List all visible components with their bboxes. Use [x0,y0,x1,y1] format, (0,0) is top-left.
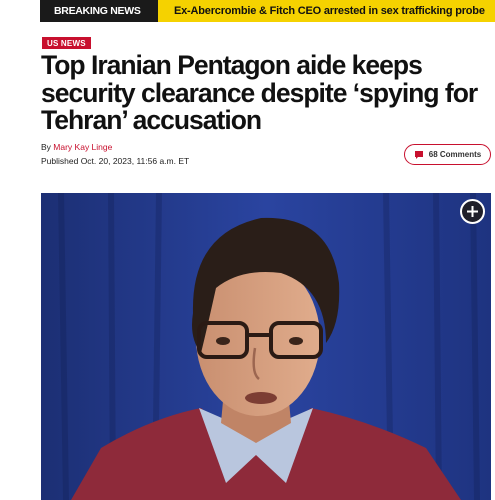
breaking-news-headline-link[interactable]: Ex-Abercrombie & Fitch CEO arrested in s… [158,0,495,22]
article-photo[interactable] [41,193,491,500]
author-link[interactable]: Mary Kay Linge [53,142,112,152]
comment-bubble-icon [414,150,423,159]
article-title: Top Iranian Pentagon aide keeps security… [41,50,478,135]
plus-circle-icon [467,206,478,217]
expand-image-button[interactable] [460,199,485,224]
published-date: Published Oct. 20, 2023, 11:56 a.m. ET [41,156,190,166]
portrait-image [41,193,491,500]
breaking-news-ticker[interactable]: BREAKING NEWS Ex-Abercrombie & Fitch CEO… [40,0,495,22]
comments-button[interactable]: 68 Comments [404,144,491,165]
byline-prefix: By [41,142,51,152]
breaking-news-label: BREAKING NEWS [40,0,158,22]
byline: By Mary Kay Linge [41,142,112,152]
section-badge[interactable]: US NEWS [42,37,91,49]
comments-count-label: 68 Comments [428,150,482,159]
